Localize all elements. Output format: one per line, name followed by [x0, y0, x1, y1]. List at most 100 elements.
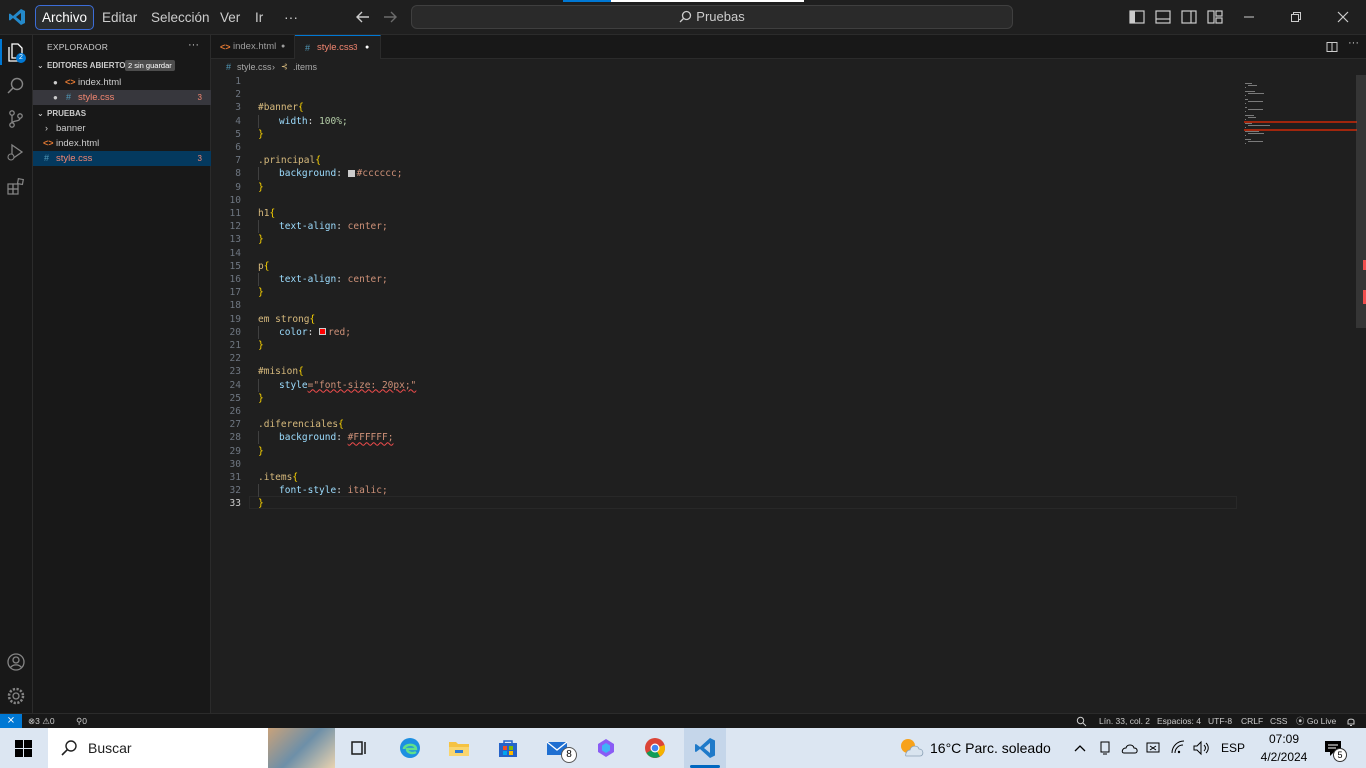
menu-seleccion[interactable]: Selección [145, 6, 216, 29]
taskbar-search[interactable]: Buscar [48, 728, 335, 768]
tab-style-css[interactable]: # style.css 3 ● [295, 35, 381, 59]
weather-label[interactable]: 16°C Parc. soleado [930, 728, 1051, 768]
restore-icon[interactable] [1290, 11, 1302, 23]
network-off-icon[interactable] [1145, 740, 1161, 756]
breadcrumb-symbol[interactable]: .items [293, 59, 317, 75]
chevron-down-icon: ⌄ [37, 61, 44, 70]
minimap-line [1248, 125, 1270, 126]
code-editor[interactable]: 1 2 3 #banner{4 width: 100%; 5} 6 7 .principal{8… [211, 75, 1366, 713]
forward-arrow-icon[interactable] [382, 10, 398, 24]
toggle-secondary-sidebar-icon[interactable] [1180, 8, 1198, 26]
bell-icon[interactable] [1346, 716, 1356, 727]
remote-icon[interactable]: ⨯ [0, 714, 22, 729]
edge-browser-icon[interactable] [398, 736, 422, 760]
css-value: center; [347, 274, 388, 285]
command-center[interactable]: Pruebas [411, 5, 1013, 29]
menu-editar[interactable]: Editar [96, 6, 143, 29]
menu-ver[interactable]: Ver [214, 6, 246, 29]
line-number: 17 [229, 287, 241, 299]
weather-icon[interactable] [898, 736, 924, 760]
color-swatch-icon[interactable] [347, 169, 355, 177]
editor-more-button[interactable]: ··· [1348, 37, 1359, 49]
language-indicator[interactable]: ESP [1221, 728, 1245, 768]
go-live-button[interactable]: ⦿ Go Live [1296, 714, 1336, 729]
code-line: font-style: italic; [279, 484, 388, 497]
account-icon[interactable] [5, 651, 27, 673]
minimap-line [1245, 111, 1246, 112]
split-editor-icon[interactable] [1326, 41, 1338, 53]
menu-more-button[interactable]: ··· [278, 6, 304, 29]
code-line: background: #cccccc; [279, 167, 402, 180]
volume-icon[interactable] [1192, 740, 1210, 756]
menu-archivo[interactable]: Archivo [34, 5, 95, 30]
line-number: 32 [229, 485, 241, 497]
problems-status[interactable]: ⊗3 ⚠0 [28, 714, 55, 729]
indentation-status[interactable]: Espacios: 4 [1157, 714, 1201, 729]
open-editor-style-css[interactable]: ● # style.css 3 [33, 90, 211, 105]
editor-tabs: <> index.html ● # style.css 3 ● ··· [211, 35, 1366, 59]
encoding-status[interactable]: UTF-8 [1208, 714, 1232, 729]
extensions-icon[interactable] [5, 175, 27, 197]
code-line: } [258, 181, 264, 194]
code-line: } [258, 233, 264, 246]
source-control-icon[interactable] [5, 108, 27, 130]
css-selector: .principal [258, 155, 316, 167]
css-value: #cccccc; [356, 168, 403, 180]
device-icon[interactable] [1097, 740, 1113, 756]
line-number: 7 [235, 155, 241, 167]
ports-status[interactable]: ⚲0 [76, 714, 87, 729]
customize-layout-icon[interactable] [1206, 8, 1224, 26]
gear-icon[interactable] [5, 685, 27, 707]
language-status[interactable]: CSS [1270, 714, 1287, 729]
toggle-panel-icon[interactable] [1154, 8, 1172, 26]
eol-status[interactable]: CRLF [1241, 714, 1263, 729]
minimap-error-highlight [1244, 121, 1357, 123]
code-brace: { [263, 260, 270, 272]
zoom-icon[interactable] [1076, 716, 1087, 727]
css-raw-value: ="font-size: 20px;" [307, 379, 417, 391]
toggle-sidebar-icon[interactable] [1128, 8, 1146, 26]
tree-file-style-css[interactable]: # style.css 3 [33, 151, 211, 166]
problems-count: 3 [353, 43, 358, 52]
minimap-line [1245, 127, 1246, 128]
clock[interactable]: 07:09 4/2/2024 [1256, 730, 1312, 766]
vscode-taskbar-icon[interactable] [693, 736, 717, 760]
cursor-position[interactable]: Lín. 33, col. 2 [1099, 714, 1150, 729]
minimap[interactable] [1244, 75, 1357, 155]
windows-start-icon[interactable] [15, 740, 32, 757]
line-number: 10 [229, 194, 241, 206]
tree-file-index-html[interactable]: <> index.html [33, 136, 211, 151]
microsoft-store-icon[interactable] [496, 736, 520, 760]
css-property: background [279, 168, 337, 180]
task-view-icon[interactable] [348, 736, 372, 760]
tab-index-html[interactable]: <> index.html ● [211, 35, 295, 59]
breadcrumb-file[interactable]: style.css [237, 59, 272, 75]
tree-folder-banner[interactable]: › banner [33, 121, 211, 136]
file-explorer-icon[interactable] [447, 736, 471, 760]
search-highlight-image [268, 728, 335, 768]
chevron-up-icon[interactable] [1073, 743, 1087, 753]
line-number: 6 [235, 142, 241, 153]
minimize-icon[interactable] [1243, 12, 1255, 22]
menu-ir[interactable]: Ir [249, 6, 269, 29]
project-section[interactable]: ⌄ PRUEBAS [33, 106, 211, 121]
open-editor-index-html[interactable]: ● <> index.html [33, 75, 211, 90]
wifi-icon[interactable] [1170, 740, 1186, 756]
current-line-highlight [249, 496, 1237, 509]
copilot-icon[interactable] [594, 736, 618, 760]
css-file-icon: # [66, 92, 72, 102]
color-swatch-icon[interactable] [319, 328, 327, 336]
css-property: text-align [279, 221, 337, 233]
unsaved-dot-icon[interactable]: ● [281, 35, 285, 59]
search-icon[interactable] [5, 75, 27, 97]
open-editors-section[interactable]: ⌄ EDITORES ABIERTOS 2 sin guardar [33, 58, 211, 73]
run-debug-icon[interactable] [5, 141, 27, 163]
onedrive-icon[interactable] [1120, 741, 1138, 755]
line-number: 23 [229, 366, 241, 378]
unsaved-dot-icon[interactable]: ● [365, 36, 369, 60]
sidebar-more-button[interactable]: ··· [188, 39, 199, 51]
back-arrow-icon[interactable] [355, 10, 371, 24]
code-brace: { [292, 472, 299, 483]
close-icon[interactable] [1337, 11, 1349, 23]
chrome-icon[interactable] [643, 736, 667, 760]
